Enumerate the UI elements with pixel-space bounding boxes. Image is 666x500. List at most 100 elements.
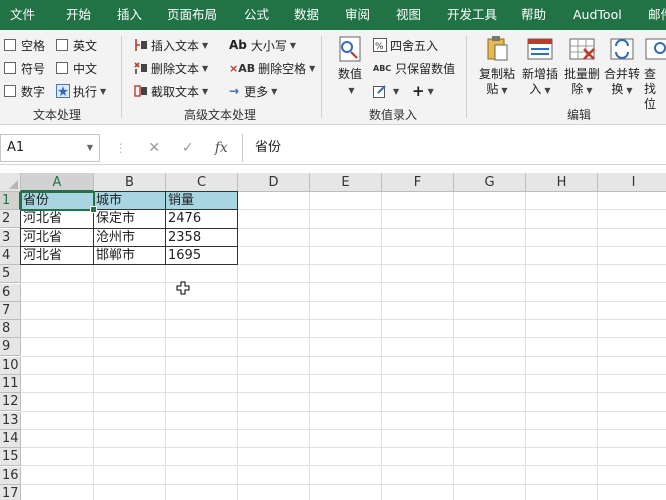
cell-I12[interactable] [598, 393, 666, 412]
cell-E4[interactable] [310, 246, 382, 266]
cell-E9[interactable] [310, 338, 382, 357]
column-header[interactable]: A [21, 173, 94, 192]
cell-H8[interactable] [526, 320, 598, 339]
cell-I8[interactable] [598, 320, 666, 339]
tab-data[interactable]: 数据 [294, 0, 319, 30]
cell-H6[interactable] [526, 283, 598, 302]
row-header[interactable]: 9 [0, 338, 21, 357]
cell-E16[interactable] [310, 466, 382, 485]
cell-F3[interactable] [382, 228, 454, 247]
cell-I6[interactable] [598, 284, 666, 302]
checkbox-symbol[interactable]: 符号 [4, 58, 45, 78]
cell-I3[interactable] [598, 229, 666, 247]
row-header[interactable]: 13 [0, 411, 21, 430]
row-header[interactable]: 10 [0, 356, 21, 375]
cell-I1[interactable] [598, 192, 666, 211]
tab-mail[interactable]: 邮件 [648, 0, 666, 30]
row-header[interactable]: 12 [0, 393, 21, 412]
cell-D1[interactable] [238, 192, 310, 211]
row-header[interactable]: 15 [0, 448, 21, 467]
cell-D4[interactable] [238, 246, 310, 266]
row-header[interactable]: 14 [0, 429, 21, 448]
cell-A7[interactable] [21, 301, 94, 321]
row-header[interactable]: 11 [0, 375, 21, 393]
cell-C4[interactable]: 1695 [166, 246, 238, 266]
cell-H1[interactable] [526, 192, 598, 211]
cell-E1[interactable] [310, 192, 382, 211]
cell-D3[interactable] [238, 228, 310, 247]
cell-F12[interactable] [382, 393, 454, 412]
cell-C2[interactable]: 2476 [166, 210, 238, 229]
cell-G6[interactable] [454, 283, 526, 302]
cell-A17[interactable] [21, 484, 94, 500]
cell-G12[interactable] [454, 393, 526, 412]
cell-G5[interactable] [454, 265, 526, 284]
cell-H13[interactable] [526, 411, 598, 430]
cell-C14[interactable] [166, 429, 238, 449]
cell-E7[interactable] [310, 301, 382, 321]
cell-H10[interactable] [526, 356, 598, 375]
cell-B7[interactable] [94, 301, 166, 321]
row-header[interactable]: 17 [0, 484, 21, 500]
cell-E6[interactable] [310, 283, 382, 302]
tab-audtool[interactable]: AudTool [573, 0, 622, 30]
column-header[interactable]: F [382, 173, 454, 192]
cell-I10[interactable] [598, 357, 666, 375]
cell-E14[interactable] [310, 429, 382, 449]
cell-G17[interactable] [454, 484, 526, 500]
cell-A5[interactable] [21, 265, 94, 284]
cell-H12[interactable] [526, 393, 598, 412]
cell-C10[interactable] [166, 356, 238, 375]
cell-D14[interactable] [238, 429, 310, 449]
cell-D9[interactable] [238, 338, 310, 357]
row-header[interactable]: 5 [0, 265, 21, 284]
cell-A6[interactable] [21, 283, 94, 302]
cell-E15[interactable] [310, 448, 382, 467]
cell-A10[interactable] [21, 356, 94, 375]
cell-F1[interactable] [382, 192, 454, 211]
cell-I7[interactable] [598, 302, 666, 321]
cell-B5[interactable] [94, 265, 166, 284]
column-header[interactable]: D [238, 173, 310, 192]
merge-convert-button[interactable]: 合并转换 ▼ [601, 34, 643, 98]
select-all-button[interactable] [0, 173, 21, 192]
spreadsheet-grid[interactable]: A B C D E F G H I 1 省份 城市 销量 2 河北省 保定市 2476 3 河北省 沧州市 2358 4 河… [0, 173, 666, 500]
row-header[interactable]: 8 [0, 320, 21, 339]
cell-I9[interactable] [598, 338, 666, 357]
tab-file[interactable]: 文件 [10, 0, 35, 30]
tab-home[interactable]: 开始 [66, 0, 91, 30]
cell-G15[interactable] [454, 448, 526, 467]
cell-F9[interactable] [382, 338, 454, 357]
find-locate-button[interactable]: 查找位 [644, 34, 666, 112]
checkbox-space[interactable]: 空格 [4, 35, 45, 55]
cell-G10[interactable] [454, 356, 526, 375]
cell-F6[interactable] [382, 283, 454, 302]
cell-G7[interactable] [454, 301, 526, 321]
cell-F16[interactable] [382, 466, 454, 485]
cell-E17[interactable] [310, 484, 382, 500]
cell-I5[interactable] [598, 265, 666, 284]
cell-I15[interactable] [598, 448, 666, 467]
cell-I14[interactable] [598, 430, 666, 449]
cell-D12[interactable] [238, 393, 310, 412]
insert-text-button[interactable]: 插入文本 ▼ [134, 35, 208, 55]
cell-B12[interactable] [94, 393, 166, 412]
cell-G4[interactable] [454, 246, 526, 266]
cell-H5[interactable] [526, 265, 598, 284]
cell-C9[interactable] [166, 338, 238, 357]
add-button[interactable]: + ▼ [412, 81, 434, 101]
batch-delete-button[interactable]: 批量删除 ▼ [560, 34, 604, 98]
cell-G3[interactable] [454, 228, 526, 247]
cell-F2[interactable] [382, 210, 454, 229]
formula-input[interactable]: 省份 [242, 134, 666, 162]
cell-B16[interactable] [94, 466, 166, 485]
cell-A12[interactable] [21, 393, 94, 412]
cell-C13[interactable] [166, 411, 238, 430]
tab-review[interactable]: 审阅 [345, 0, 370, 30]
cell-H7[interactable] [526, 301, 598, 321]
cell-G16[interactable] [454, 466, 526, 485]
cell-A16[interactable] [21, 466, 94, 485]
case-button[interactable]: Ab 大小写 ▼ [229, 35, 296, 55]
cell-D15[interactable] [238, 448, 310, 467]
cell-C7[interactable] [166, 301, 238, 321]
